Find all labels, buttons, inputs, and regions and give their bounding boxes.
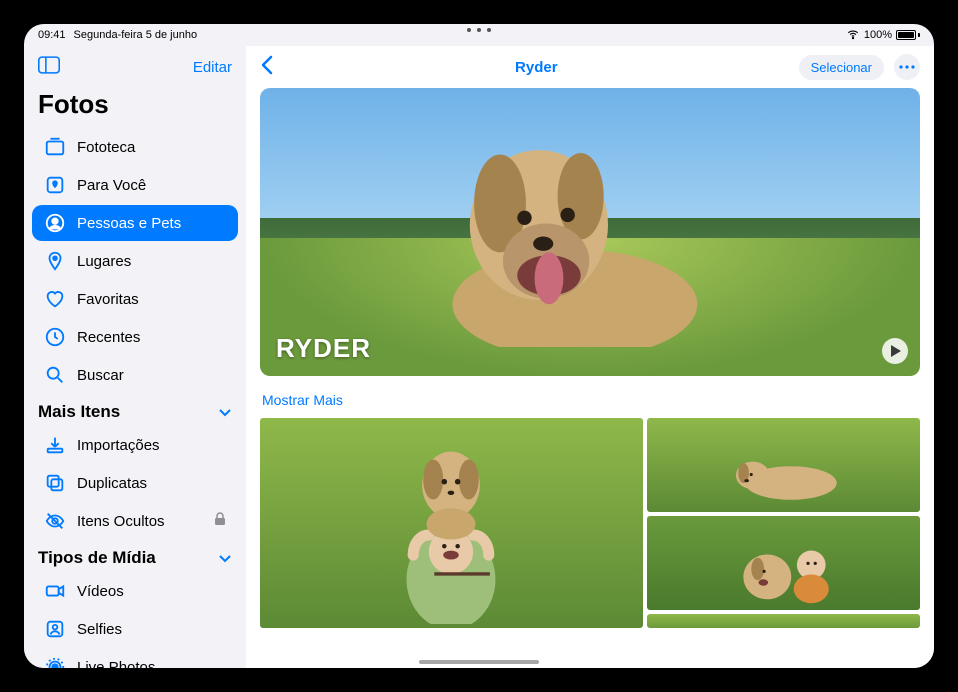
sidebar-item-label: Live Photos (77, 659, 155, 669)
duplicates-icon (44, 472, 66, 494)
sidebar-item-label: Importações (77, 437, 160, 454)
photo-grid (260, 418, 920, 628)
status-time: 09:41 (38, 29, 66, 41)
clock-icon (44, 326, 66, 348)
people-pets-icon (44, 212, 66, 234)
sidebar-section-label: Tipos de Mídia (38, 548, 156, 568)
sidebar-item-label: Itens Ocultos (77, 513, 165, 530)
sidebar-item-label: Duplicatas (77, 475, 147, 492)
sidebar: Editar Fotos Fototeca Para Você Pessoas … (24, 46, 246, 668)
live-photos-icon (44, 656, 66, 668)
selfie-icon (44, 618, 66, 640)
camera-dots (467, 28, 491, 32)
dog-illustration (379, 117, 742, 347)
grid-photo-1[interactable] (260, 418, 643, 628)
sidebar-item-favorites[interactable]: Favoritas (32, 281, 238, 317)
grid-photo-2[interactable] (647, 418, 920, 512)
back-button[interactable] (260, 55, 274, 80)
video-icon (44, 580, 66, 602)
sidebar-item-label: Para Você (77, 177, 146, 194)
sidebar-section-more[interactable]: Mais Itens (24, 394, 246, 426)
status-date: Segunda-feira 5 de junho (74, 29, 198, 41)
hero-label: RYDER (276, 333, 371, 364)
more-button[interactable] (894, 54, 920, 80)
page-title: Ryder (515, 59, 558, 76)
wifi-icon (846, 27, 860, 44)
sidebar-item-duplicates[interactable]: Duplicatas (32, 465, 238, 501)
sidebar-item-places[interactable]: Lugares (32, 243, 238, 279)
sidebar-toggle-icon[interactable] (38, 56, 60, 79)
search-icon (44, 364, 66, 386)
hero-photo[interactable]: RYDER (260, 88, 920, 376)
sidebar-section-label: Mais Itens (38, 402, 120, 422)
edit-button[interactable]: Editar (193, 59, 232, 76)
sidebar-item-label: Fototeca (77, 139, 135, 156)
select-button[interactable]: Selecionar (799, 55, 884, 80)
sidebar-item-for-you[interactable]: Para Você (32, 167, 238, 203)
grid-photo-4[interactable] (647, 614, 920, 628)
sidebar-item-live-photos[interactable]: Live Photos (32, 649, 238, 668)
sidebar-item-videos[interactable]: Vídeos (32, 573, 238, 609)
grid-photo-3[interactable] (647, 516, 920, 610)
sidebar-item-label: Buscar (77, 367, 124, 384)
sidebar-item-search[interactable]: Buscar (32, 357, 238, 393)
play-button[interactable] (882, 338, 908, 364)
sidebar-item-label: Recentes (77, 329, 140, 346)
library-icon (44, 136, 66, 158)
screen: 09:41 Segunda-feira 5 de junho 100% (24, 24, 934, 668)
lock-icon (214, 512, 226, 530)
download-icon (44, 434, 66, 456)
heart-icon (44, 288, 66, 310)
sidebar-item-label: Favoritas (77, 291, 139, 308)
sidebar-item-label: Selfies (77, 621, 122, 638)
sidebar-item-recents[interactable]: Recentes (32, 319, 238, 355)
sidebar-item-library[interactable]: Fototeca (32, 129, 238, 165)
chevron-down-icon (218, 548, 232, 568)
sidebar-item-people-pets[interactable]: Pessoas e Pets (32, 205, 238, 241)
sidebar-item-label: Pessoas e Pets (77, 215, 181, 232)
sidebar-item-imports[interactable]: Importações (32, 427, 238, 463)
sidebar-item-label: Lugares (77, 253, 131, 270)
battery-icon (896, 30, 920, 40)
sidebar-section-media-types[interactable]: Tipos de Mídia (24, 540, 246, 572)
places-icon (44, 250, 66, 272)
chevron-down-icon (218, 402, 232, 422)
sidebar-item-hidden[interactable]: Itens Ocultos (32, 503, 238, 539)
main-content: Ryder Selecionar (246, 46, 934, 668)
ipad-device-frame: 09:41 Segunda-feira 5 de junho 100% (0, 0, 958, 692)
sidebar-item-selfies[interactable]: Selfies (32, 611, 238, 647)
sidebar-title: Fotos (24, 85, 246, 128)
battery-percentage: 100% (864, 29, 892, 41)
home-indicator[interactable] (419, 660, 539, 664)
for-you-icon (44, 174, 66, 196)
sidebar-item-label: Vídeos (77, 583, 124, 600)
eye-off-icon (44, 510, 66, 532)
show-more-link[interactable]: Mostrar Mais (260, 386, 345, 418)
